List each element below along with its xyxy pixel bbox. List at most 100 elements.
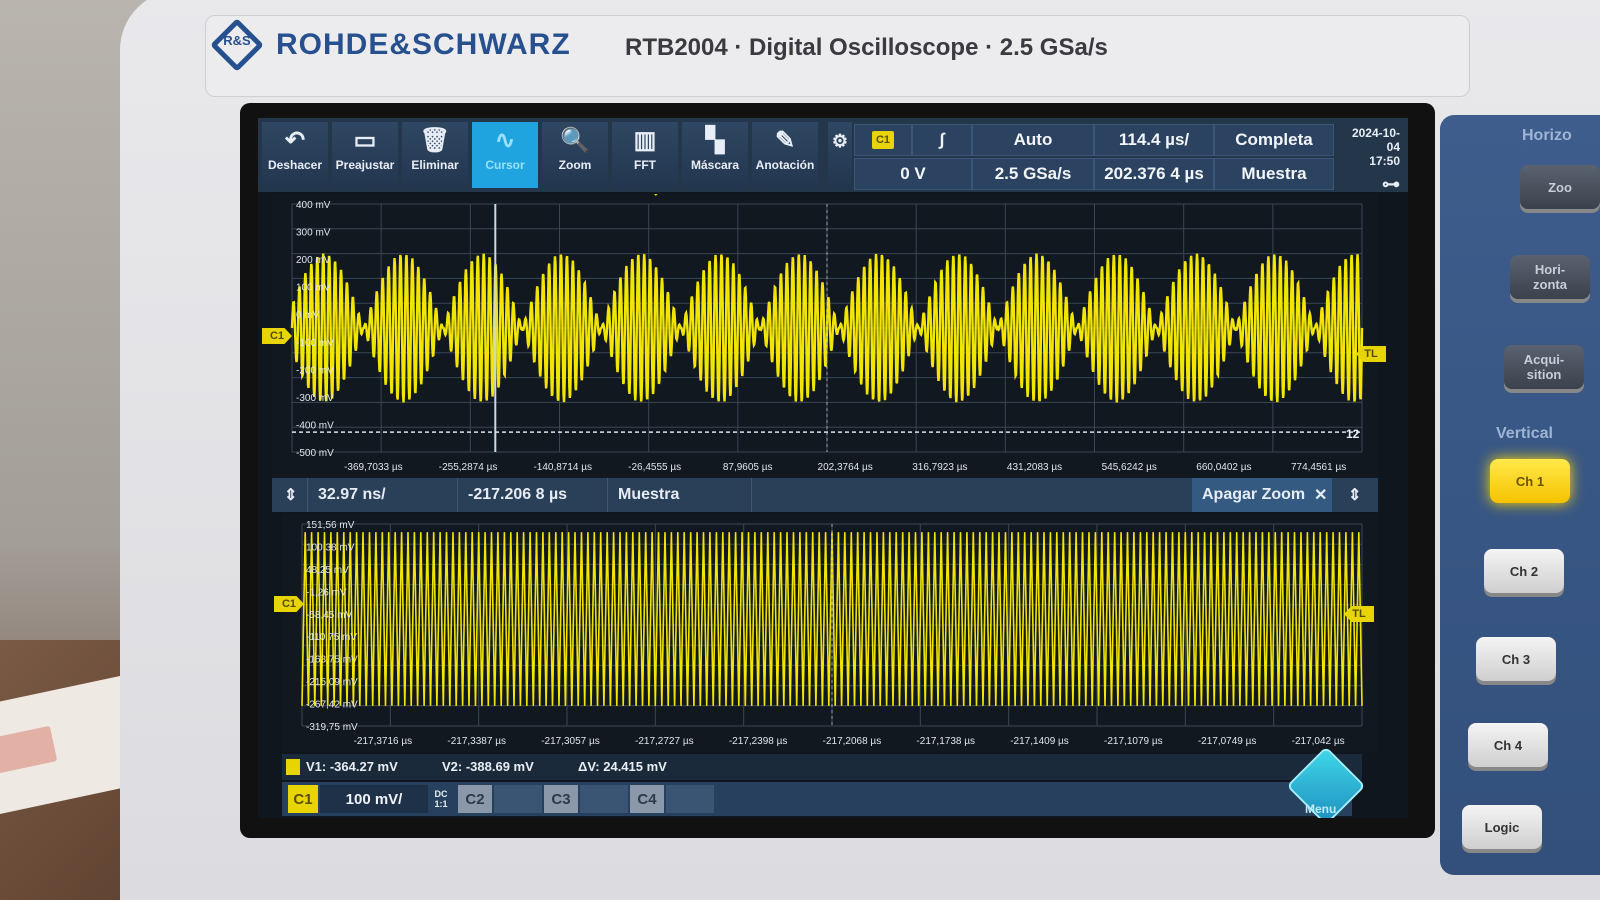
x-tick-label: -217,1738 µs [916,736,975,747]
toolbar-button-label: FFT [634,158,656,172]
zoom-hw-button[interactable]: Zoo [1520,165,1600,209]
zoom-icon: 🔍 [560,127,590,154]
toolbar-button-label: Máscara [690,158,740,172]
x-tick-label: 431,2083 µs [1007,462,1062,473]
cursor-delta-v: ΔV: 24.415 mV [578,759,667,774]
y-tick-label: -200 mV [296,365,334,376]
ch3-label[interactable]: C3 [544,785,578,813]
vertical-header: Vertical [1496,425,1553,442]
cursor-readout-bar: V1: -364.27 mV V2: -388.69 mV ΔV: 24.415… [282,754,1362,780]
toolbar-button-label: Zoom [558,158,592,172]
cursor-wave-icon: ∿ [494,127,516,154]
ch4-hw-button[interactable]: Ch 4 [1468,723,1548,767]
zoom-acq-type: Muestra [608,478,752,512]
y-tick-label: -267,42 mV [306,700,358,711]
x-tick-label: 545,6242 µs [1102,462,1157,473]
toolbar-anotaci-n-button[interactable]: ✎ Anotación [752,122,818,188]
trigger-level[interactable]: 0 V [854,158,972,190]
horizontal-header: Horizo [1522,127,1572,144]
toolbar: ↶ Deshacer ▭ Preajustar 🗑 Eliminar ∿ Cursor 🔍 Zoo… [258,118,1408,194]
x-tick-label: 660,0402 µs [1196,462,1251,473]
trash-icon: 🗑 [419,127,451,154]
horizontal-hw-button[interactable]: Hori- zonta [1510,255,1590,299]
ch4-label[interactable]: C4 [630,785,664,813]
ch1-hw-button[interactable]: Ch 1 [1490,459,1570,503]
horizontal-position[interactable]: 202.376 4 µs [1094,158,1214,190]
rs-logo-letters: R&S [223,33,251,48]
cursor-v2: V2: -388.69 mV [442,759,534,774]
fft-icon: ▥ [633,127,657,154]
y-tick-label: -319,75 mV [306,722,358,733]
x-tick-label: -217,2398 µs [729,736,788,747]
ch1-scale[interactable]: 100 mV/ [320,785,428,813]
x-tick-label: 316,7923 µs [912,462,967,473]
y-tick-label: -400 mV [296,420,334,431]
y-tick-label: 200 mV [296,255,331,266]
ch1-label[interactable]: C1 [288,785,318,813]
close-icon: ✕ [1314,487,1328,504]
zoom-off-label: Apagar Zoom [1202,486,1306,503]
toolbar-eliminar-button[interactable]: 🗑 Eliminar [402,122,468,188]
zoom-off-button[interactable]: Apagar Zoom ✕ [1192,478,1332,512]
zoom-resize-arrows-right-icon[interactable]: ⇕ [1338,478,1374,512]
y-tick-label: 100 mV [296,283,331,294]
ch2-hw-button[interactable]: Ch 2 [1484,549,1564,593]
toolbar-m-scara-button[interactable]: ▚ Máscara [682,122,748,188]
date-display: 2024-10-04 [1351,126,1400,154]
zoom-position[interactable]: -217.206 8 µs [458,478,608,512]
y-tick-label: -110,75 mV [306,632,357,643]
ch1-coupling[interactable]: DC 1:1 [430,785,452,813]
cursor-marker-label: 12 [1346,427,1360,441]
network-icon: ⊶ [1382,174,1400,194]
timebase-scale[interactable]: 114.4 µs/ [1094,124,1214,156]
zoom-info-bar: ⇕ 32.97 ns/ -217.206 8 µs Muestra Apagar… [272,478,1378,512]
acquisition-mode[interactable]: Completa [1214,124,1334,156]
ch2-slot[interactable] [494,785,542,813]
y-tick-label: -163,75 mV [306,655,358,666]
logic-hw-button[interactable]: Logic [1462,805,1542,849]
oscilloscope-screen: ↶ Deshacer ▭ Preajustar 🗑 Eliminar ∿ Cursor 🔍 Zoo… [258,118,1408,818]
x-tick-label: -140,8714 µs [533,462,592,473]
y-tick-label: -215,09 mV [306,677,358,688]
x-tick-label: -369,7033 µs [344,462,403,473]
toolbar-deshacer-button[interactable]: ↶ Deshacer [262,122,328,188]
zoom-waveform-plot[interactable]: 151,56 mV 100,38 mV 48,25 mV -1,26 mV -58,45… [282,514,1378,752]
y-tick-label: -500 mV [296,448,334,459]
settings-gear-icon[interactable]: ⚙ [828,122,852,188]
channel-bar: C1 100 mV/ DC 1:1 C2 C3 C4 [282,782,1352,816]
ch3-slot[interactable] [580,785,628,813]
acquisition-hw-button[interactable]: Acqui- sition [1504,345,1584,389]
x-tick-label: -217,0749 µs [1198,736,1257,747]
toolbar-cursor-button[interactable]: ∿ Cursor [472,122,538,188]
x-tick-label: -255,2874 µs [439,462,498,473]
y-tick-label: 100,38 mV [306,542,355,553]
toolbar-fft-button[interactable]: ▥ FFT [612,122,678,188]
x-tick-label: -217,3716 µs [354,736,413,747]
x-tick-label: -217,042 µs [1292,736,1345,747]
preset-icon: ▭ [353,127,377,154]
model-title: RTB2004 · Digital Oscilloscope · 2.5 GSa… [625,34,1108,61]
trigger-mode[interactable]: Auto [972,124,1094,156]
ch4-slot[interactable] [666,785,714,813]
y-tick-label: 300 mV [296,228,331,239]
toolbar-button-label: Anotación [755,158,815,172]
x-tick-label: -217,2727 µs [635,736,694,747]
trigger-source[interactable]: C1 [854,124,912,156]
zoom-timebase[interactable]: 32.97 ns/ [308,478,458,512]
main-waveform-plot[interactable]: 12 400 mV 300 mV 200 mV 100 mV 0 mV -100 mV -20… [272,194,1378,478]
toolbar-zoom-button[interactable]: 🔍 Zoom [542,122,608,188]
menu-label: Menu [1305,802,1337,816]
acquisition-type[interactable]: Muestra [1214,158,1334,190]
zoom-resize-arrows-icon[interactable]: ⇕ [272,478,308,512]
x-tick-label: -217,3057 µs [541,736,600,747]
paper-print [0,725,58,774]
trigger-slope-icon[interactable]: ∫ [912,124,972,156]
brand-name: ROHDE&SCHWARZ [276,28,571,61]
x-tick-label: -26,4555 µs [628,462,681,473]
cursor-v1: V1: -364.27 mV [306,759,398,774]
x-tick-label: 774,4561 µs [1291,462,1346,473]
mask-icon: ▚ [705,127,725,154]
toolbar-preajustar-button[interactable]: ▭ Preajustar [332,122,398,188]
ch2-label[interactable]: C2 [458,785,492,813]
ch3-hw-button[interactable]: Ch 3 [1476,637,1556,681]
